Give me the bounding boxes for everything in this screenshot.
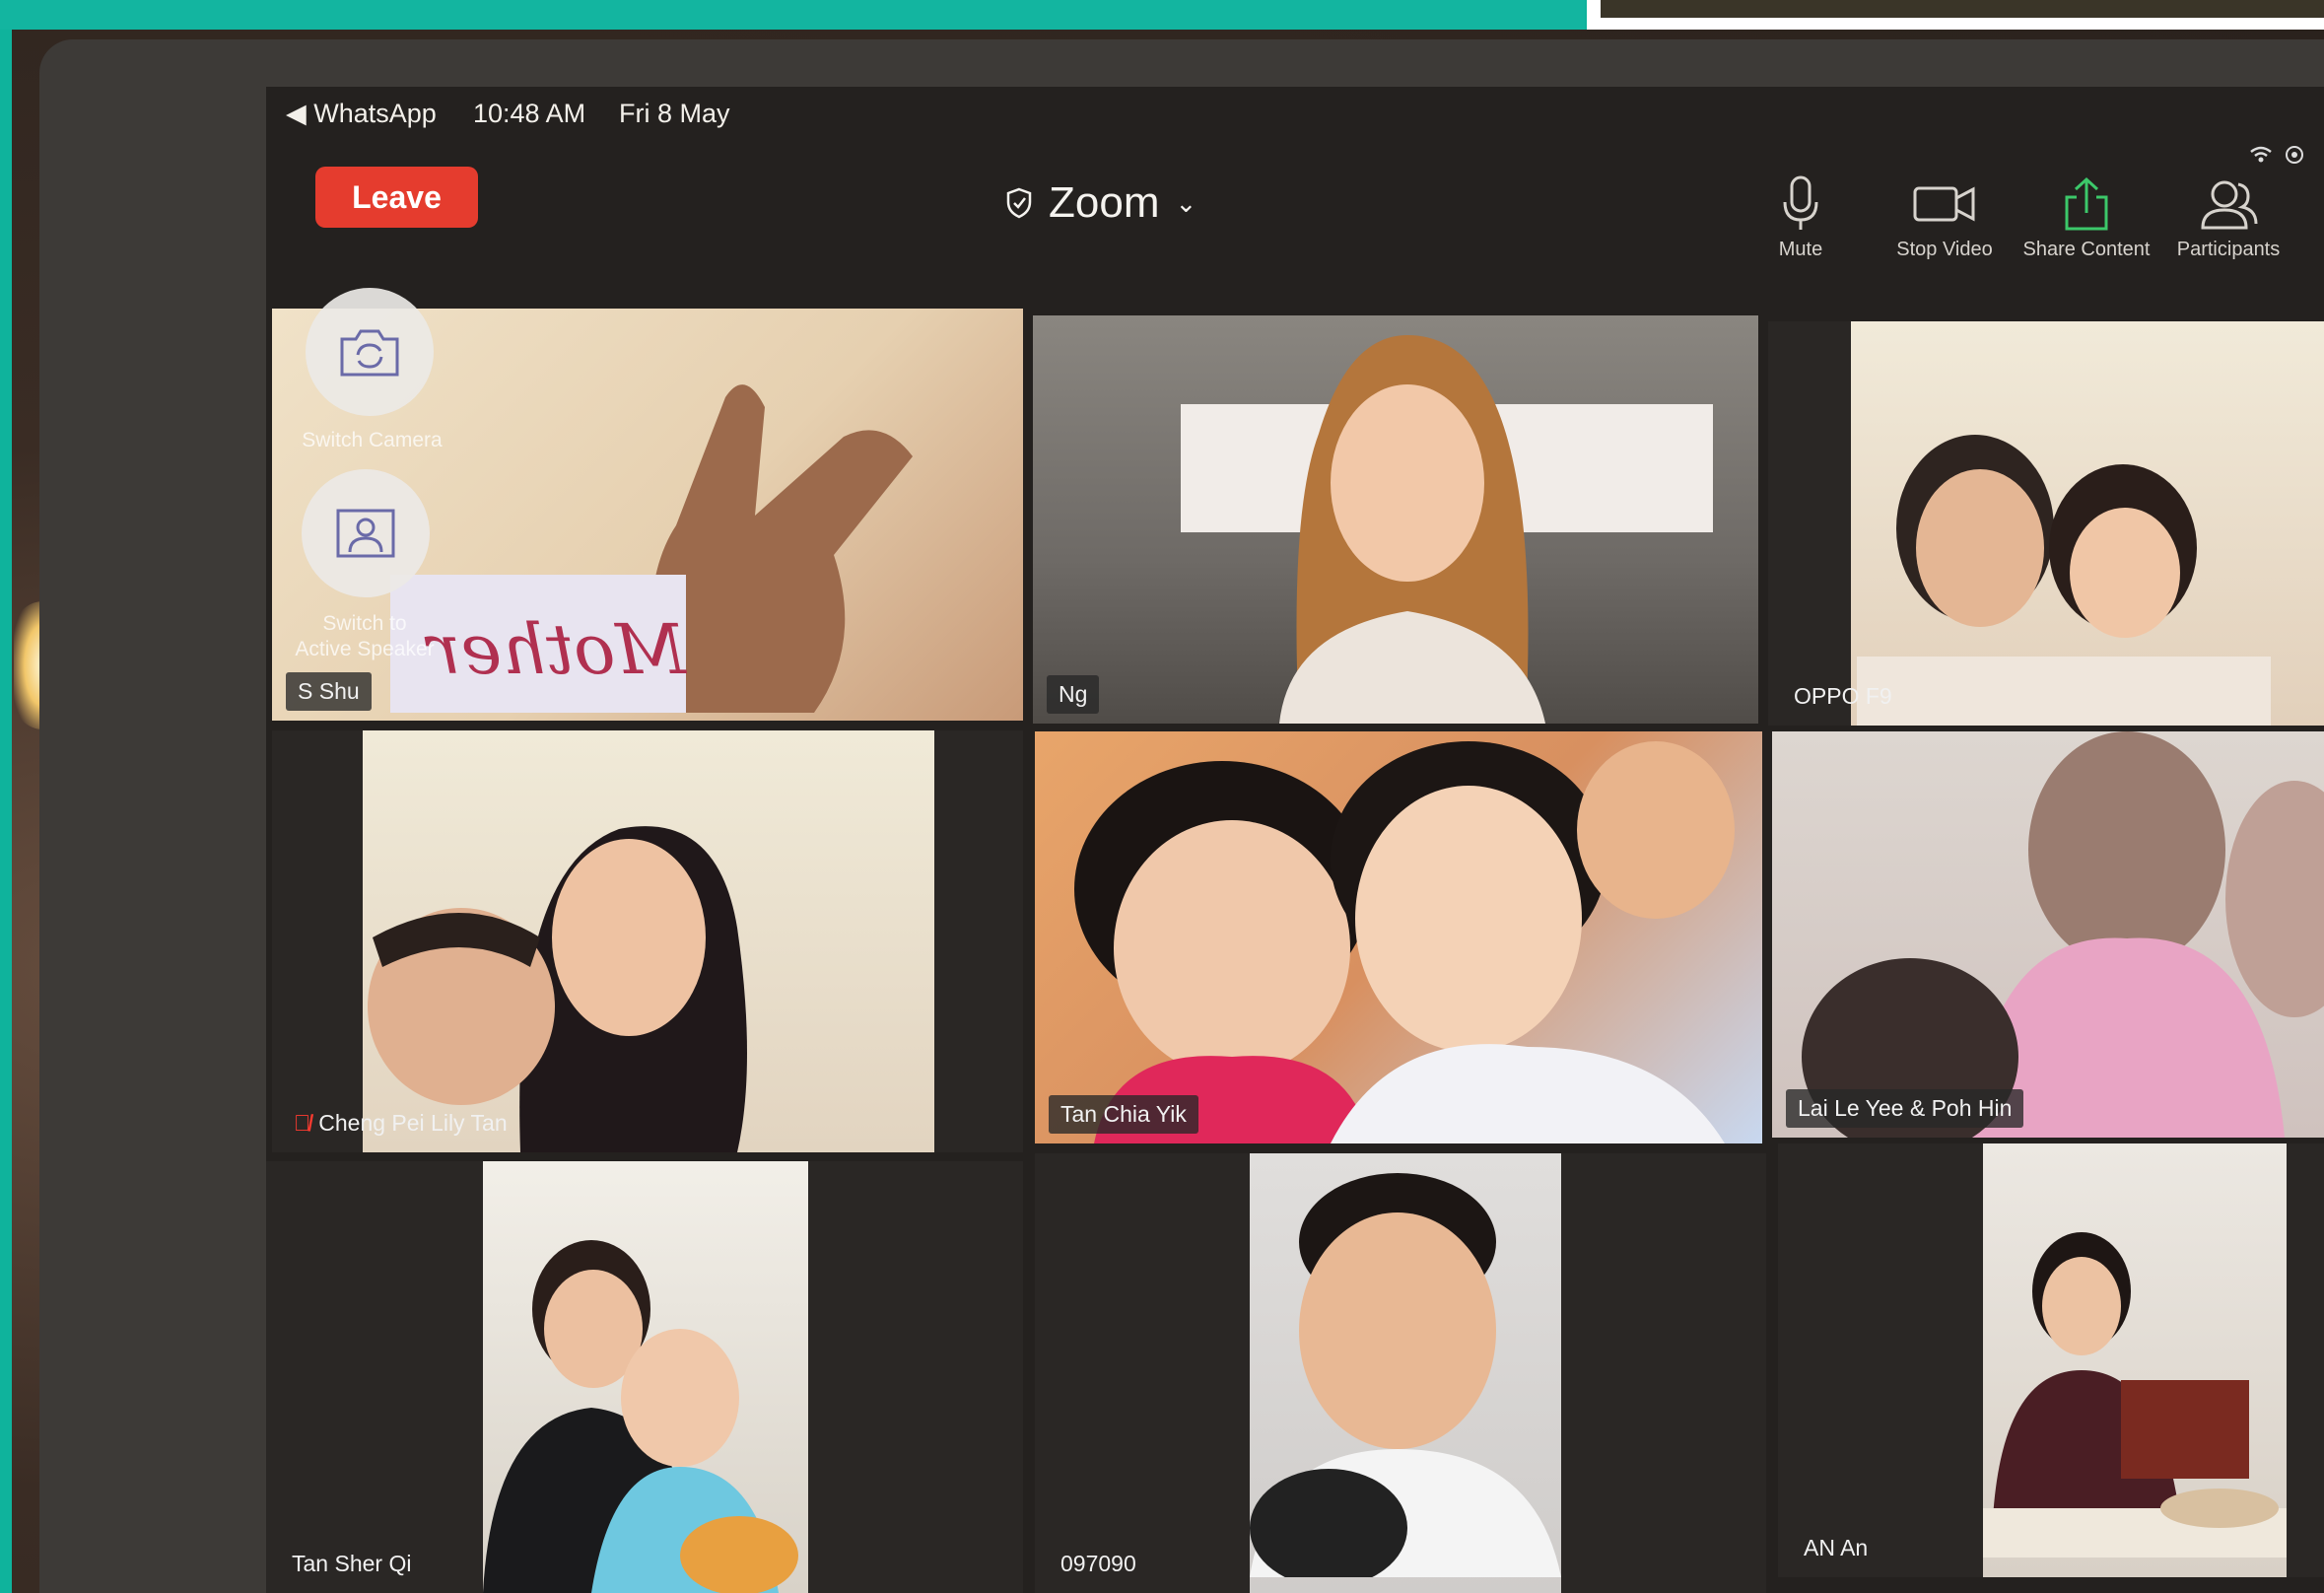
people-image bbox=[368, 826, 747, 1152]
mic-muted-icon: 🎙̸ bbox=[294, 1110, 311, 1136]
participant-name: Tan Chia Yik bbox=[1049, 1095, 1198, 1134]
stop-video-label: Stop Video bbox=[1896, 239, 1993, 260]
share-upload-icon bbox=[2065, 176, 2108, 231]
switch-active-speaker-button[interactable] bbox=[302, 469, 430, 597]
meeting-title: Zoom bbox=[1049, 178, 1160, 227]
video-tile-cheng-pei-lily-tan[interactable]: 🎙̸ Cheng Pei Lily Tan bbox=[272, 730, 1023, 1152]
people-image bbox=[483, 1240, 798, 1593]
participant-name: Tan Sher Qi bbox=[292, 1551, 412, 1576]
video-tile-097090[interactable]: 097090 bbox=[1035, 1153, 1766, 1593]
meeting-title-dropdown[interactable]: Zoom ⌄ bbox=[1005, 175, 1196, 231]
video-tile-lai-le-yee-poh-hin[interactable]: Lai Le Yee & Poh Hin bbox=[1772, 731, 2324, 1138]
participant-name: Lai Le Yee & Poh Hin bbox=[1786, 1089, 2024, 1128]
participant-name: 🎙̸ Cheng Pei Lily Tan bbox=[294, 1110, 508, 1136]
video-tile-an-an[interactable]: AN An bbox=[1778, 1143, 2324, 1577]
back-to-whatsapp[interactable]: ◀ WhatsApp bbox=[286, 99, 437, 129]
share-content-button[interactable]: Share Content bbox=[2013, 173, 2160, 261]
participant-name: 097090 bbox=[1060, 1551, 1136, 1576]
participant-name: Ng bbox=[1047, 675, 1100, 714]
people-image bbox=[1802, 731, 2324, 1138]
switch-camera-icon bbox=[340, 329, 399, 377]
stop-video-button[interactable]: Stop Video bbox=[1871, 173, 2018, 261]
people-image bbox=[1983, 1232, 2287, 1558]
video-camera-icon bbox=[1913, 186, 1975, 222]
video-tile-oppo-f9[interactable]: OPPO F9 bbox=[1768, 321, 2324, 726]
wifi-icon bbox=[2247, 144, 2306, 172]
participant-name: OPPO F9 bbox=[1794, 683, 1892, 709]
leave-button[interactable]: Leave bbox=[315, 167, 478, 228]
status-time: 10:48 AM bbox=[473, 99, 586, 128]
chevron-down-icon: ⌄ bbox=[1175, 187, 1197, 218]
people-image bbox=[1857, 435, 2271, 726]
mute-label: Mute bbox=[1778, 239, 1823, 260]
status-date: Fri 8 May bbox=[619, 99, 730, 128]
microphone-icon bbox=[1783, 175, 1818, 230]
person-image bbox=[1250, 1173, 1561, 1577]
participant-name: S Shu bbox=[286, 672, 372, 711]
people-image bbox=[1074, 741, 1735, 1143]
participant-name: AN An bbox=[1804, 1535, 1869, 1560]
background-band bbox=[0, 0, 1585, 30]
video-tile-tan-sher-qi[interactable]: Tan Sher Qi bbox=[266, 1161, 1023, 1593]
switch-camera-button[interactable] bbox=[306, 288, 434, 416]
video-tile-ng[interactable]: Ng bbox=[1033, 315, 1758, 724]
switch-camera-label: Switch Camera bbox=[302, 429, 443, 451]
active-speaker-icon bbox=[336, 509, 395, 558]
photo-strip bbox=[1587, 0, 2324, 30]
share-content-label: Share Content bbox=[2022, 239, 2151, 260]
participants-icon bbox=[2201, 180, 2258, 230]
switch-active-speaker-label: Switch to Active Speaker bbox=[295, 612, 435, 660]
background-band-left bbox=[0, 30, 12, 1593]
shield-icon bbox=[1006, 187, 1032, 219]
svg-text:Mother: Mother bbox=[425, 609, 688, 690]
participants-button[interactable]: Participants bbox=[2154, 173, 2302, 261]
video-tile-tan-chia-yik[interactable]: Tan Chia Yik bbox=[1035, 731, 1762, 1143]
mute-button[interactable]: Mute bbox=[1727, 173, 1875, 261]
person-image bbox=[1279, 335, 1545, 724]
participants-label: Participants bbox=[2176, 239, 2281, 260]
